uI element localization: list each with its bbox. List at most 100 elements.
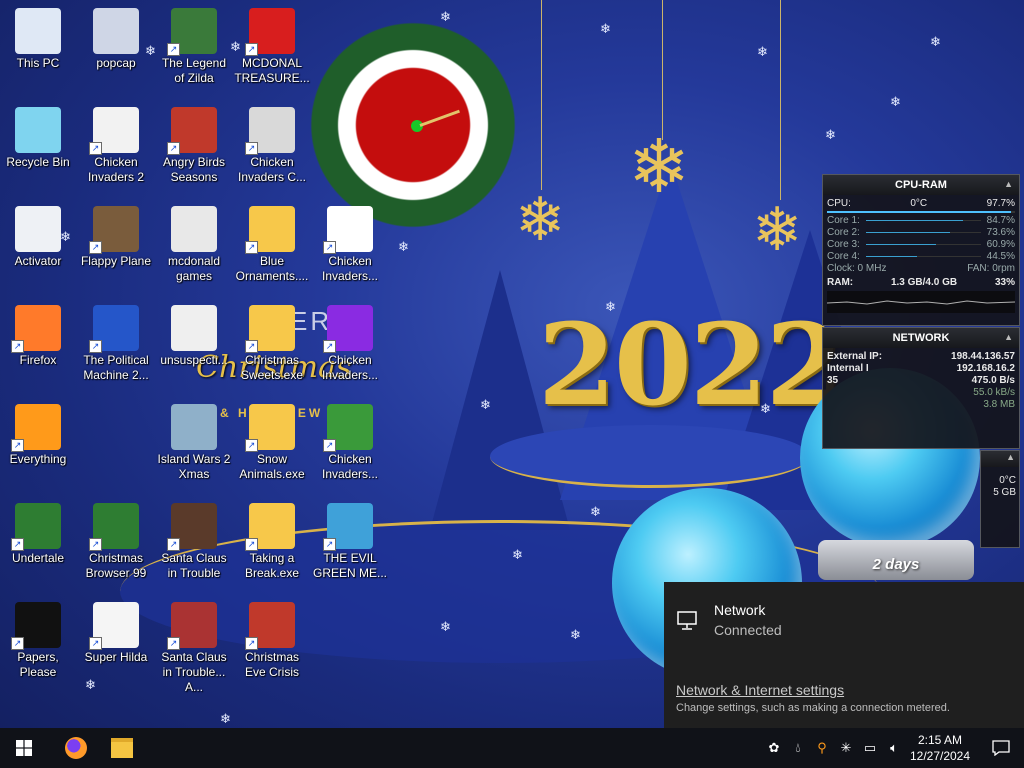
- desktop-icon-label: Santa Claus in Trouble: [161, 551, 227, 580]
- desktop-icon[interactable]: ↗ The Legend of Zilda: [156, 4, 232, 86]
- desktop-icon-label: The Political Machine 2...: [83, 353, 149, 382]
- desktop-icon[interactable]: ↗ Christmas Sweets.exe: [234, 301, 310, 383]
- taskbar-firefox-button[interactable]: [56, 728, 96, 768]
- desktop-icon[interactable]: ↗ The Political Machine 2...: [78, 301, 154, 383]
- app-icon: ↗: [11, 503, 61, 551]
- desktop-icon[interactable]: Island Wars 2 Xmas: [156, 400, 232, 482]
- firefox-icon: [65, 737, 87, 759]
- shortcut-arrow-icon: ↗: [11, 439, 24, 452]
- snowflake-icon: ❄: [590, 504, 601, 519]
- shortcut-arrow-icon: ↗: [11, 538, 24, 551]
- cpu-label: CPU:: [827, 198, 851, 209]
- desktop-icon[interactable]: ↗ MCDONAL TREASURE...: [234, 4, 310, 86]
- fan-speed: FAN: 0rpm: [967, 263, 1015, 274]
- external-ip-value: 198.44.136.57: [951, 351, 1015, 362]
- desktop-icon[interactable]: ↗ THE EVIL GREEN ME...: [312, 499, 388, 581]
- collapse-icon[interactable]: ▲: [1004, 179, 1013, 189]
- desktop-icon[interactable]: ↗ Santa Claus in Trouble: [156, 499, 232, 581]
- desktop-icon[interactable]: ↗ Christmas Eve Crisis: [234, 598, 310, 680]
- desktop-icon[interactable]: ↗ Chicken Invaders...: [312, 202, 388, 284]
- desktop-icon-label: Flappy Plane: [80, 254, 152, 268]
- desktop-icon-label: Undertale: [11, 551, 65, 565]
- snowflake-icon: ❄: [220, 711, 231, 726]
- tray-volume-muted-icon[interactable]: 🔈︎: [886, 740, 902, 756]
- tray-droplet-icon[interactable]: 💧︎: [790, 740, 806, 756]
- desktop-icon[interactable]: ↗ Papers, Please: [0, 598, 76, 680]
- desktop-icon[interactable]: ↗ Undertale: [0, 499, 76, 566]
- app-icon: ↗: [245, 206, 295, 254]
- desktop-icon-label: Firefox: [19, 353, 57, 367]
- desktop-icon[interactable]: ↗ Flappy Plane: [78, 202, 154, 269]
- desktop-icon[interactable]: ↗ Christmas Browser 99: [78, 499, 154, 581]
- network-status: Connected: [714, 622, 782, 638]
- shortcut-arrow-icon: ↗: [89, 241, 102, 254]
- desktop-icon[interactable]: ↗ Taking a Break.exe: [234, 499, 310, 581]
- network-internet-settings-link[interactable]: Network & Internet settings: [676, 682, 844, 698]
- desktop-icon[interactable]: Recycle Bin: [0, 103, 76, 170]
- upload-rate: 475.0 B/s: [971, 375, 1015, 386]
- desktop-icon[interactable]: ↗ Snow Animals.exe: [234, 400, 310, 482]
- desktop-icon-label: Activator: [14, 254, 62, 268]
- app-icon: ↗: [323, 503, 373, 551]
- desktop-icon-label: popcap: [96, 56, 136, 70]
- taskbar-file-explorer-button[interactable]: [102, 728, 142, 768]
- tray-app-icon[interactable]: ✿: [766, 740, 782, 756]
- internal-ip-label: Internal I: [827, 363, 869, 374]
- shortcut-arrow-icon: ↗: [89, 142, 102, 155]
- shortcut-arrow-icon: ↗: [11, 340, 24, 353]
- desktop-icon[interactable]: popcap: [78, 4, 154, 71]
- rate-prefix: 35: [827, 375, 839, 386]
- app-icon: ↗: [89, 206, 139, 254]
- ram-graph: [827, 291, 1015, 313]
- desktop-icon[interactable]: ↗ Everything: [0, 400, 76, 467]
- desktop-icon[interactable]: ↗ Super Hilda: [78, 598, 154, 665]
- shortcut-arrow-icon: ↗: [89, 538, 102, 551]
- taskbar-clock[interactable]: 2:15 AM 12/27/2024: [908, 732, 972, 764]
- app-icon: ↗: [323, 206, 373, 254]
- tray-everything-search-icon[interactable]: ⚲: [814, 740, 830, 756]
- desktop-icon[interactable]: ↗ Santa Claus in Trouble... A...: [156, 598, 232, 695]
- desktop-icon[interactable]: ↗ Firefox: [0, 301, 76, 368]
- action-center-button[interactable]: [978, 728, 1024, 768]
- desktop-icon[interactable]: This PC: [0, 4, 76, 71]
- desktop-icon[interactable]: ↗ Chicken Invaders C...: [234, 103, 310, 185]
- ram-label: RAM:: [827, 277, 854, 288]
- christmas-clock-gadget[interactable]: [308, 20, 518, 230]
- ram-value: 1.3 GB/4.0 GB: [890, 277, 958, 288]
- shortcut-arrow-icon: ↗: [167, 142, 180, 155]
- shortcut-arrow-icon: ↗: [323, 439, 336, 452]
- network-name[interactable]: Network: [714, 602, 765, 618]
- desktop-icon[interactable]: Activator: [0, 202, 76, 269]
- tray-snowflake-icon[interactable]: ✳: [838, 740, 854, 756]
- taskbar: ✿ 💧︎ ⚲ ✳ ▭ 🔈︎ 2:15 AM 12/27/2024: [0, 728, 1024, 768]
- external-ip-label: External IP:: [827, 351, 883, 362]
- core-value: 44.5%: [986, 251, 1015, 262]
- desktop-icon[interactable]: ↗ Angry Birds Seasons: [156, 103, 232, 185]
- tray-network-icon[interactable]: ▭: [862, 740, 878, 756]
- desktop-icon[interactable]: ↗ Chicken Invaders 2: [78, 103, 154, 185]
- network-gadget[interactable]: NETWORK ▲ External IP: 198.44.136.57 Inte…: [822, 327, 1020, 449]
- shortcut-arrow-icon: ↗: [89, 637, 102, 650]
- collapse-icon[interactable]: ▲: [1004, 332, 1013, 342]
- core-value: 73.6%: [986, 227, 1015, 238]
- desktop-icon[interactable]: mcdonald games: [156, 202, 232, 284]
- desktop-icon[interactable]: unsuspecti...: [156, 301, 232, 368]
- snowflake-icon: ❄: [440, 619, 451, 634]
- snowflake-icon: ❄: [600, 21, 611, 36]
- shortcut-arrow-icon: ↗: [245, 43, 258, 56]
- core-value: 60.9%: [986, 239, 1015, 250]
- drive-gadget[interactable]: ▲ 0°C 5 GB: [980, 450, 1020, 548]
- core-usage-bar: [865, 220, 981, 221]
- shortcut-arrow-icon: ↗: [245, 538, 258, 551]
- desktop-icon[interactable]: ↗ Chicken Invaders...: [312, 400, 388, 482]
- ornament-string: [780, 0, 781, 200]
- desktop-icon[interactable]: ↗ Chicken Invaders...: [312, 301, 388, 383]
- gold-snowflake-ornament: ❄: [752, 196, 803, 263]
- cpu-ram-gadget[interactable]: CPU-RAM ▲ CPU: 0°C 97.7% Core 1: 84.7% Core…: [822, 174, 1020, 326]
- desktop-icon[interactable]: ↗ Blue Ornaments....: [234, 202, 310, 284]
- snowflake-icon: ❄: [398, 239, 409, 254]
- snowflake-icon: ❄: [480, 397, 491, 412]
- start-button[interactable]: [0, 728, 48, 768]
- cpu-usage-bar: [827, 211, 1015, 213]
- collapse-icon[interactable]: ▲: [1006, 452, 1015, 462]
